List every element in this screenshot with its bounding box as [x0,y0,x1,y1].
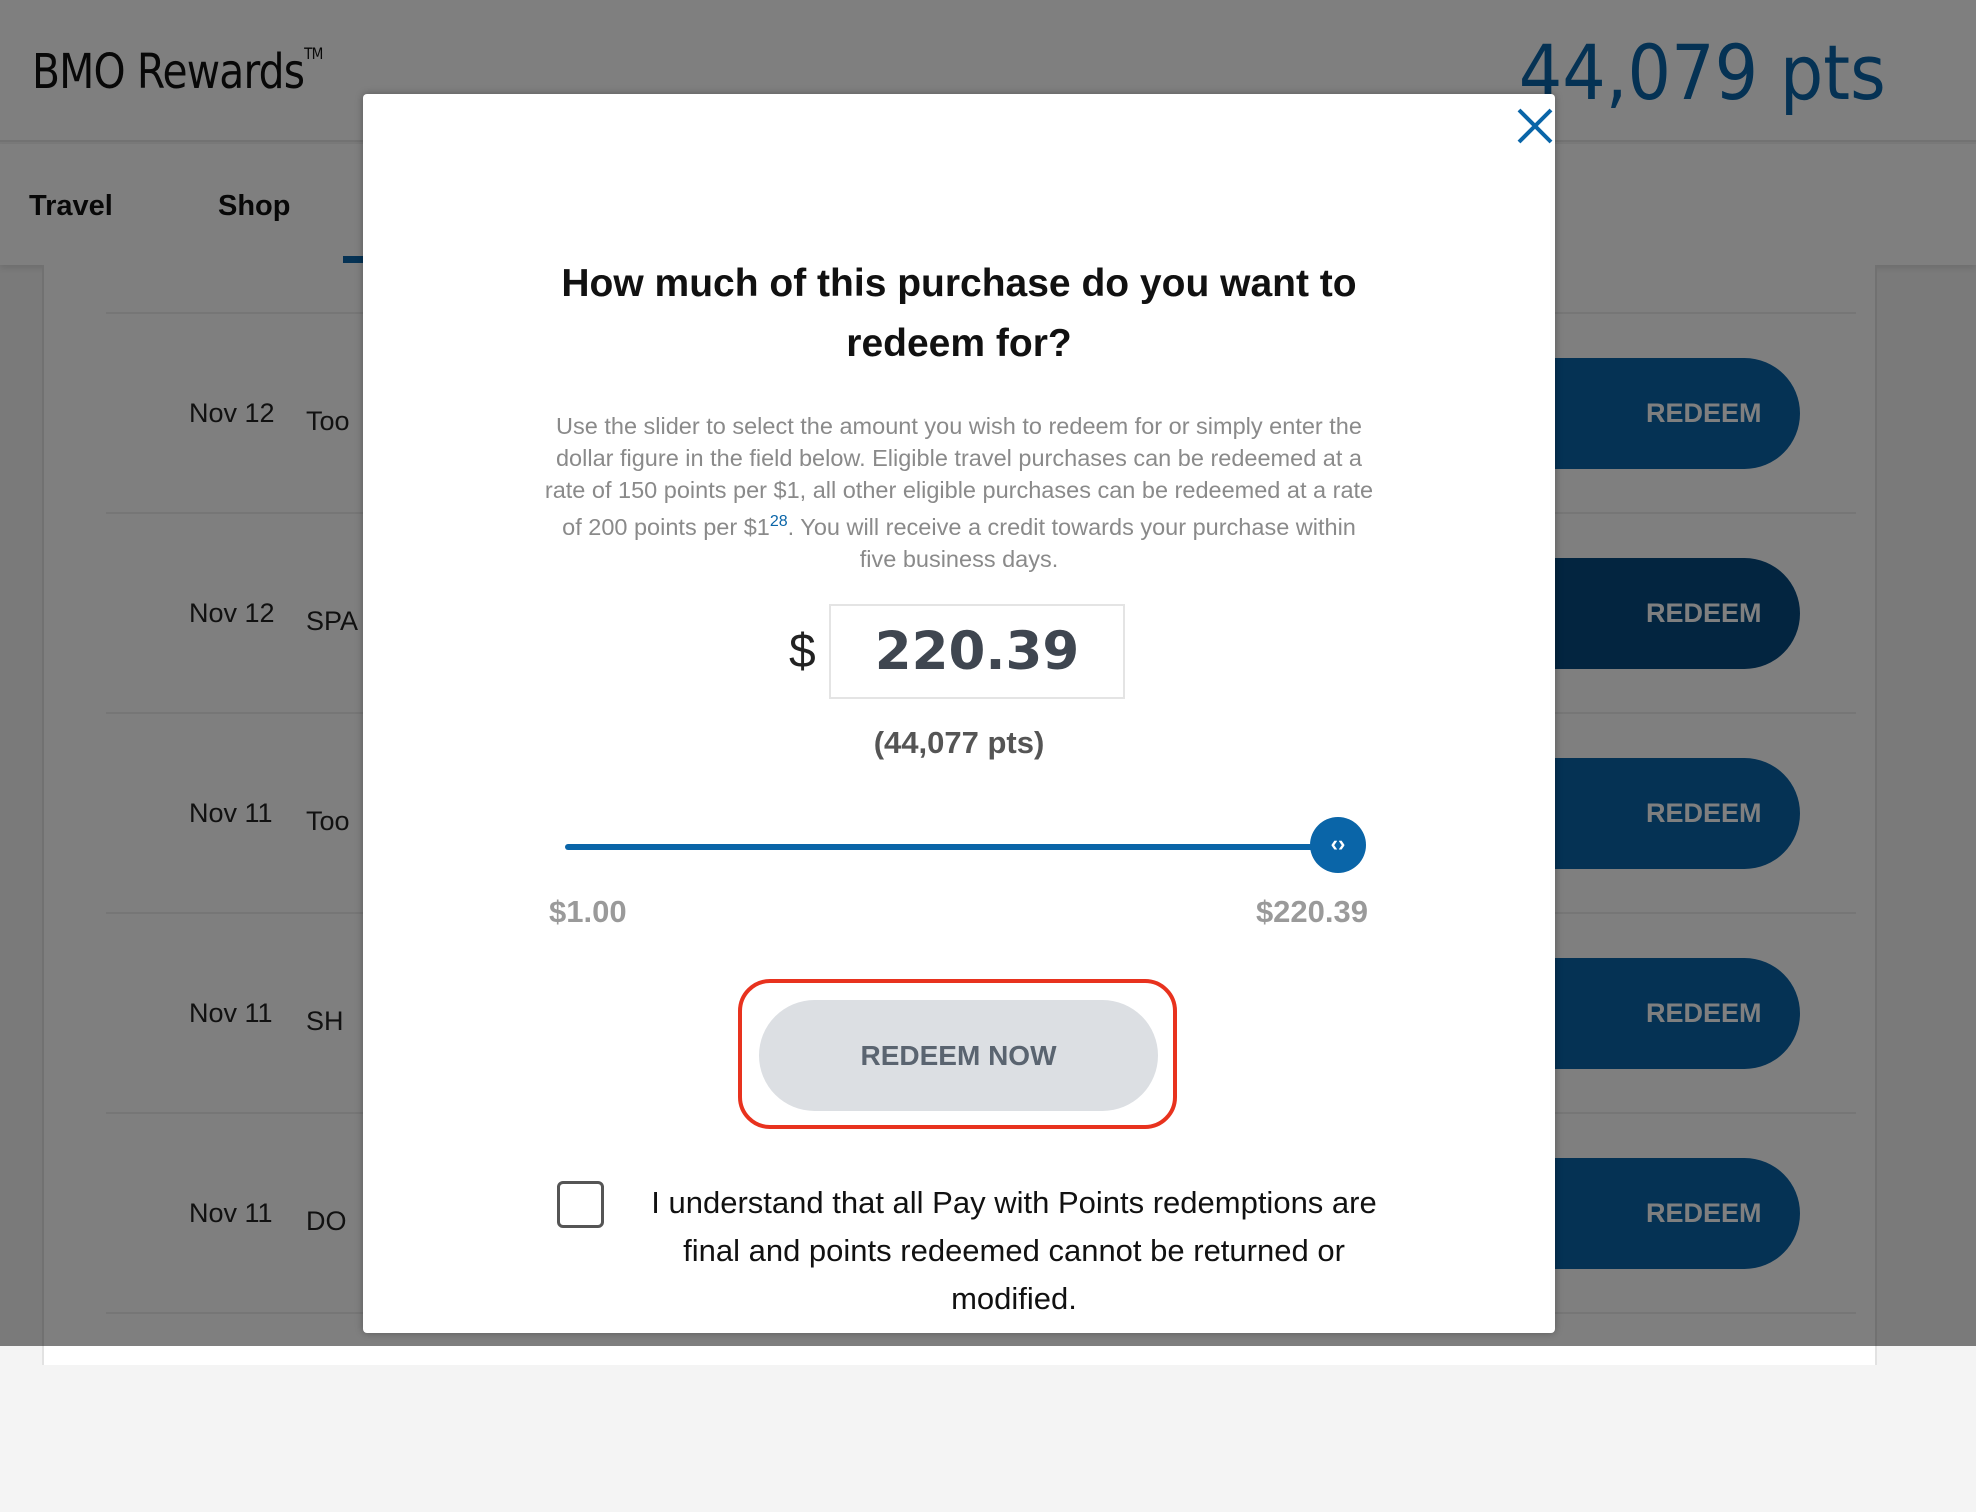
points-equivalent: (44,077 pts) [873,725,1045,760]
slider-min-label: $1.00 [549,894,627,929]
currency-symbol: $ [789,625,816,678]
redeem-now-button[interactable]: REDEEM NOW [759,1000,1158,1111]
close-icon[interactable] [1511,102,1559,150]
acknowledge-label[interactable]: I understand that all Pay with Points re… [629,1179,1399,1323]
amount-input[interactable]: 220.39 [829,604,1125,699]
footnote-link[interactable]: 28 [770,513,788,530]
slider-max-label: $220.39 [1255,894,1368,929]
description-text-end: . You will receive a credit towards your… [787,513,1356,572]
acknowledge-checkbox[interactable] [557,1181,604,1228]
slider-thumb[interactable]: ‹› [1310,817,1366,873]
dialog-description: Use the slider to select the amount you … [543,410,1375,575]
redeem-amount-dialog: How much of this purchase do you want to… [363,94,1555,1333]
slider-track[interactable] [565,844,1338,850]
dialog-title: How much of this purchase do you want to… [561,262,1357,365]
